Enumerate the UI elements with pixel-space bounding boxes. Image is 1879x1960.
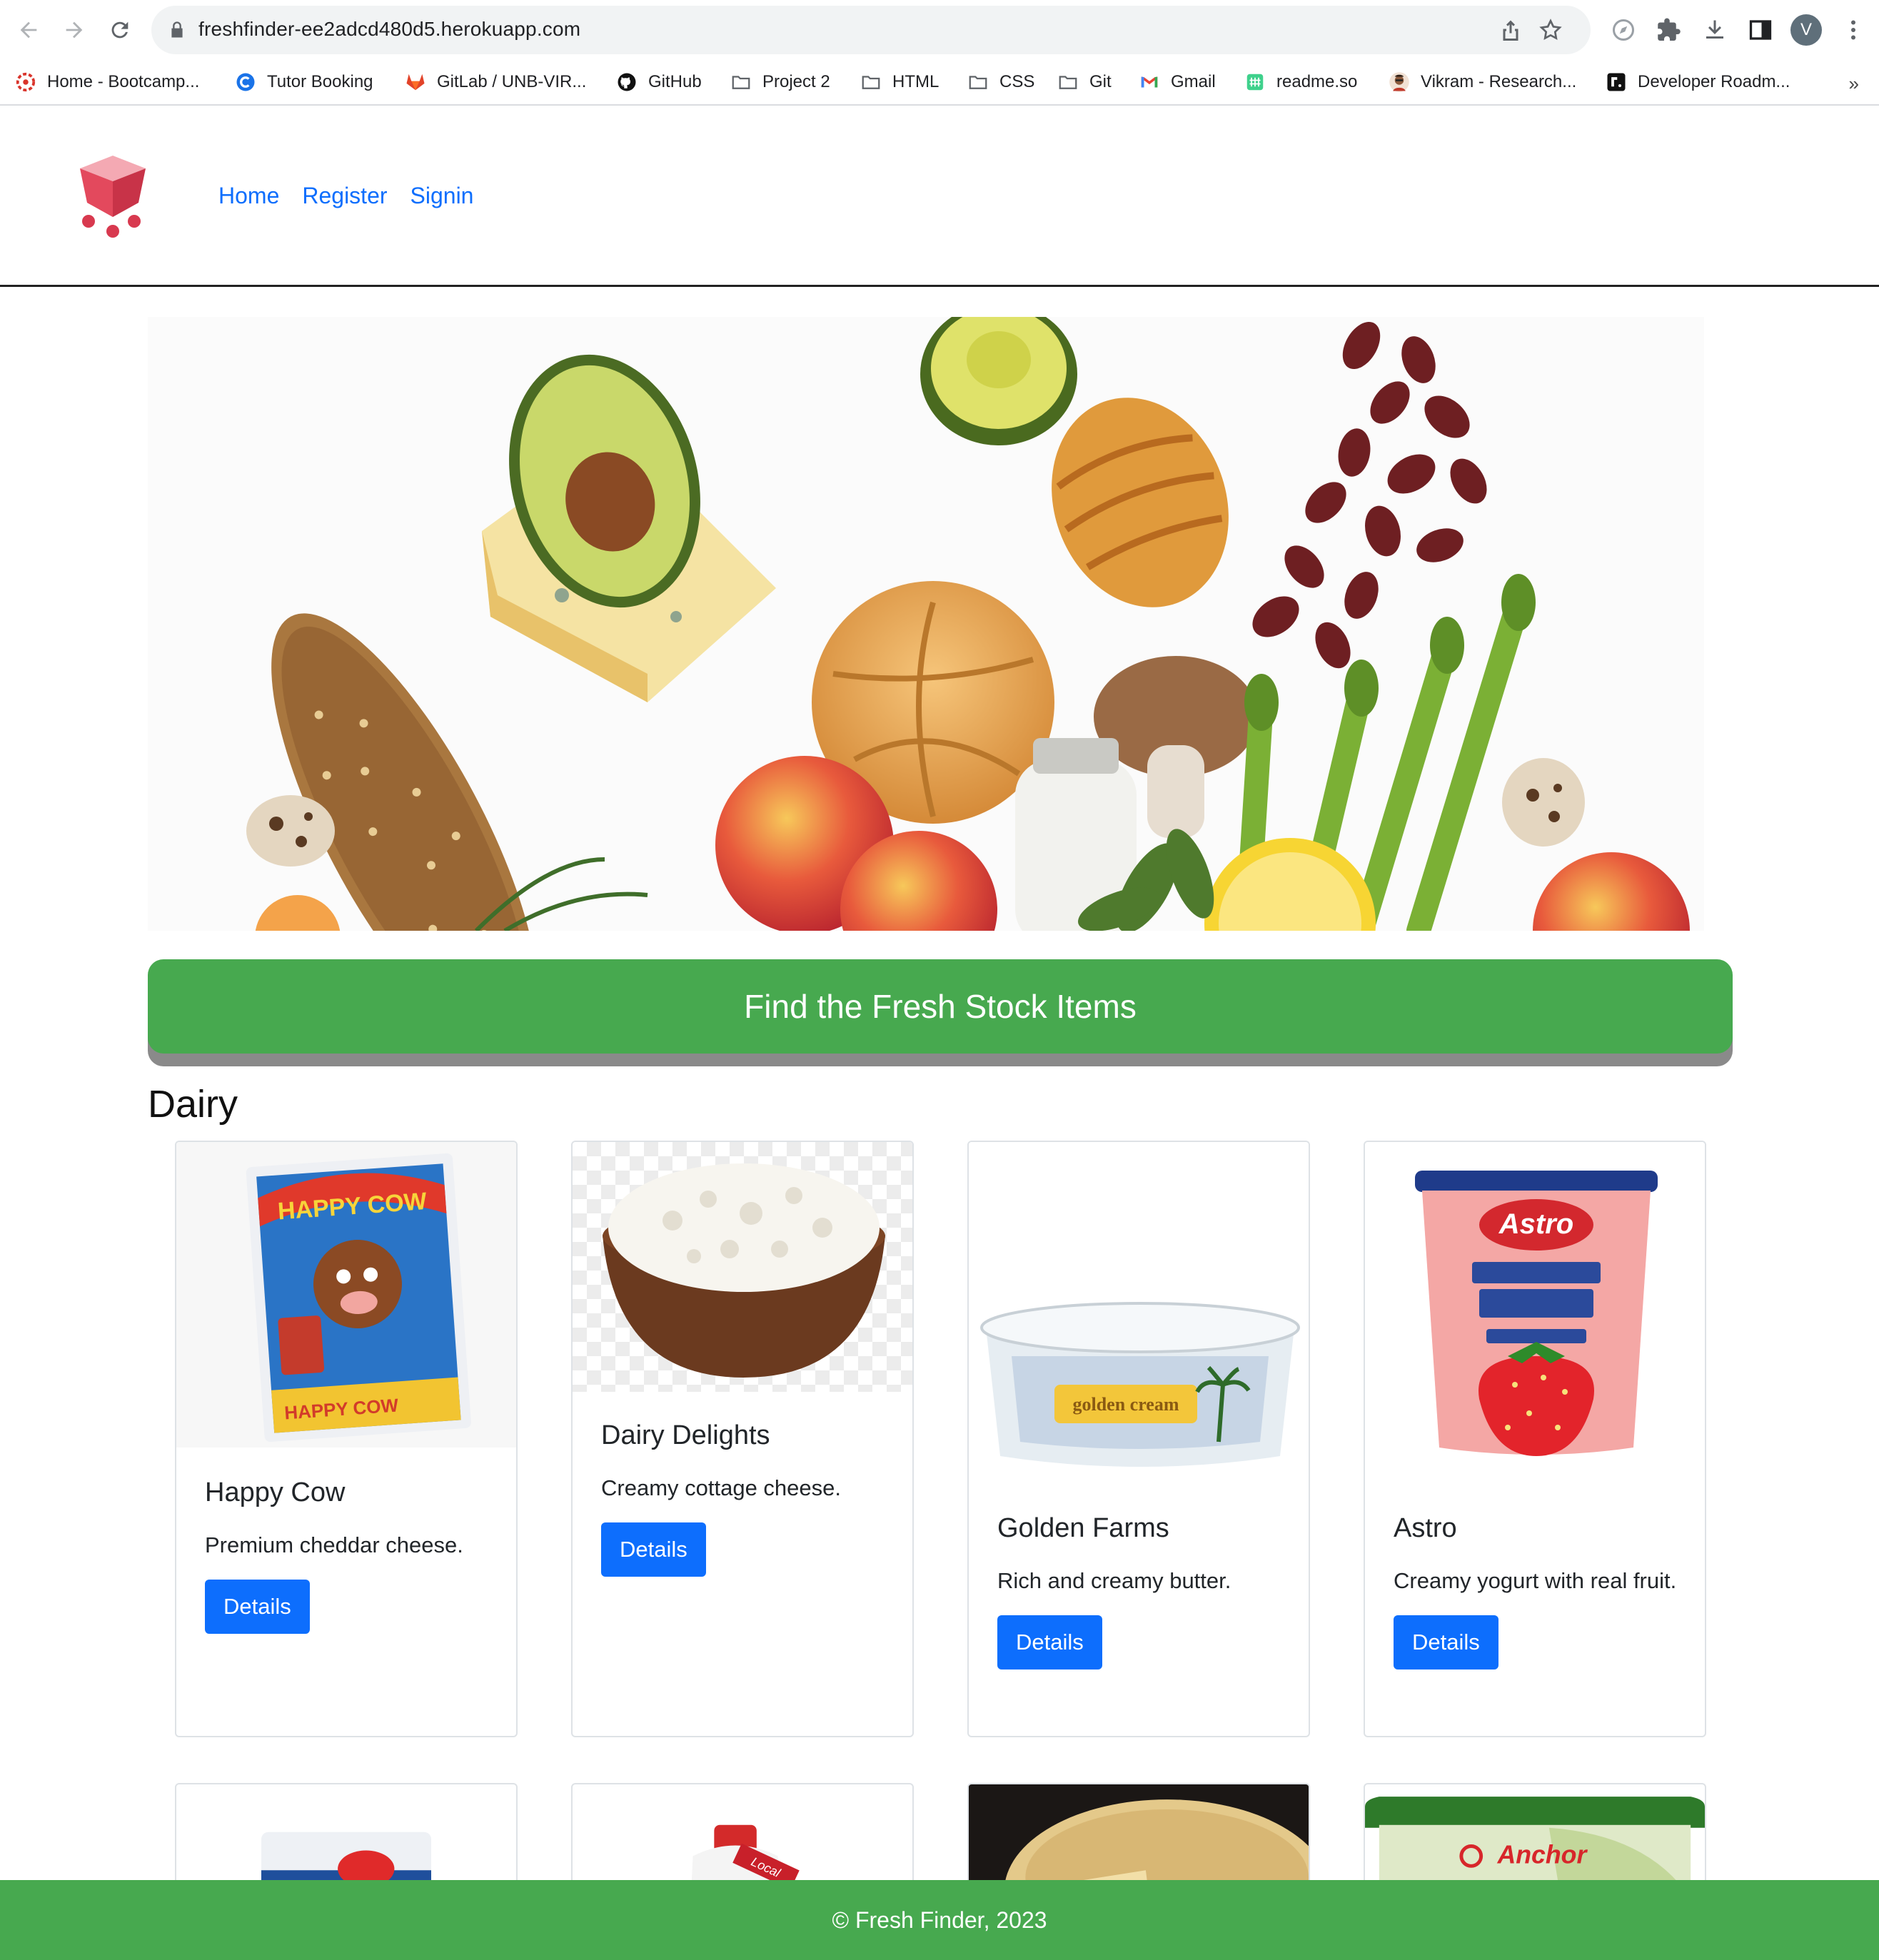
nav-link-register[interactable]: Register (302, 183, 387, 209)
product-card-dairy-delights: Dairy Delights Creamy cottage cheese. De… (571, 1141, 914, 1737)
product-title: Astro (1394, 1513, 1457, 1543)
folder-icon (860, 71, 882, 94)
reload-button[interactable] (101, 11, 138, 49)
side-panel-icon (1749, 20, 1772, 40)
product-image-golden-farms[interactable]: golden cream (969, 1142, 1309, 1485)
site-header: Home Register Signin (0, 107, 1879, 287)
reload-icon (111, 21, 129, 39)
product-image-astro[interactable]: Astro (1365, 1142, 1705, 1485)
browser-menu-button[interactable] (1839, 16, 1868, 44)
product-image-happy-cow[interactable]: HAPPY COW HAPPY COW (176, 1142, 516, 1448)
product-title: Dairy Delights (601, 1420, 770, 1450)
svg-text:Anchor: Anchor (1496, 1840, 1588, 1869)
gitlab-icon (404, 71, 427, 94)
bookmark-folder-css[interactable]: CSS (967, 67, 1034, 97)
bookmarks-overflow-chevron[interactable]: » (1849, 73, 1859, 95)
bookmark-developer-roadmap[interactable]: Developer Roadm... (1605, 67, 1790, 97)
details-button-golden-farms[interactable]: Details (997, 1615, 1102, 1669)
footer-copyright: © Fresh Finder, 2023 (832, 1906, 1047, 1933)
bookmark-gitlab[interactable]: GitLab / UNB-VIR... (404, 67, 586, 97)
svg-text:golden cream: golden cream (1073, 1394, 1179, 1415)
side-panel-button[interactable] (1746, 16, 1775, 44)
card-body: Golden Farms Rich and creamy butter. Det… (997, 1513, 1287, 1669)
folder-icon (730, 71, 752, 94)
bookmark-folder-project-2[interactable]: Project 2 (730, 67, 830, 97)
groceries-hero-image (148, 317, 1731, 931)
bookmark-vikram-research[interactable]: Vikram - Research... (1388, 67, 1576, 97)
fresh-finder-logo[interactable] (71, 151, 154, 240)
nav-link-home[interactable]: Home (218, 183, 279, 209)
product-title: Happy Cow (205, 1477, 346, 1507)
gmail-icon (1138, 71, 1161, 94)
github-icon (615, 71, 638, 94)
card-body: Happy Cow Premium cheddar cheese. Detail… (205, 1477, 495, 1634)
address-bar[interactable]: freshfinder-ee2adcd480d5.herokuapp.com (151, 6, 1591, 54)
extension-compass-button[interactable] (1609, 16, 1638, 44)
back-arrow-icon (20, 21, 37, 39)
bookmark-gmail[interactable]: Gmail (1138, 67, 1216, 97)
product-card-golden-farms: golden cream Golden Farms Rich and cream… (967, 1141, 1310, 1737)
url-text: freshfinder-ee2adcd480d5.herokuapp.com (198, 18, 581, 40)
product-image-dairy-delights[interactable] (573, 1142, 912, 1392)
puzzle-icon (1658, 18, 1681, 41)
card-body: Dairy Delights Creamy cottage cheese. De… (601, 1420, 891, 1577)
lock-icon (171, 21, 183, 38)
folder-icon (967, 71, 989, 94)
product-description: Rich and creamy butter. (997, 1568, 1231, 1593)
main-nav: Home Register Signin (218, 183, 473, 209)
bookmark-folder-html[interactable]: HTML (860, 67, 939, 97)
kebab-menu-icon (1851, 20, 1855, 40)
bootcamp-logo-icon (14, 71, 37, 94)
bookmark-home-bootcamp[interactable]: Home - Bootcamp... (14, 67, 199, 97)
bookmark-github[interactable]: GitHub (615, 67, 702, 97)
cart-box-logo-icon (80, 156, 146, 238)
profile-photo-icon (1388, 71, 1411, 94)
share-icon[interactable] (1498, 17, 1523, 43)
product-title: Golden Farms (997, 1513, 1169, 1543)
folder-icon (1057, 71, 1079, 94)
back-button[interactable] (10, 11, 47, 49)
forward-arrow-icon (66, 21, 83, 39)
extensions-button[interactable] (1655, 16, 1683, 44)
details-button-dairy-delights[interactable]: Details (601, 1522, 706, 1577)
svg-text:Astro: Astro (1498, 1208, 1573, 1240)
bookmark-tutor-booking[interactable]: Tutor Booking (234, 67, 373, 97)
product-description: Premium cheddar cheese. (205, 1532, 463, 1557)
find-fresh-stock-banner[interactable]: Find the Fresh Stock Items (148, 959, 1733, 1054)
section-title-dairy: Dairy (148, 1083, 238, 1126)
details-button-astro[interactable]: Details (1394, 1615, 1498, 1669)
readme-icon (1244, 71, 1266, 94)
product-card-happy-cow: HAPPY COW HAPPY COW Happy Cow Premium ch… (175, 1141, 518, 1737)
bookmark-star-icon[interactable] (1538, 17, 1563, 43)
tutor-logo-icon (234, 71, 257, 94)
bookmark-folder-git[interactable]: Git (1057, 67, 1112, 97)
bookmarks-bar: Home - Bootcamp... Tutor Booking GitLab … (0, 60, 1879, 106)
downloads-button[interactable] (1701, 16, 1729, 44)
product-description: Creamy cottage cheese. (601, 1475, 842, 1500)
download-icon (1706, 20, 1723, 39)
site-footer: © Fresh Finder, 2023 (0, 1880, 1879, 1960)
card-body: Astro Creamy yogurt with real fruit. Det… (1394, 1513, 1683, 1669)
browser-toolbar: freshfinder-ee2adcd480d5.herokuapp.com V (0, 0, 1879, 60)
profile-avatar[interactable]: V (1790, 14, 1822, 46)
product-description: Creamy yogurt with real fruit. (1394, 1568, 1677, 1593)
product-card-astro: Astro Astro Creamy yogurt with real frui… (1364, 1141, 1706, 1737)
details-button-happy-cow[interactable]: Details (205, 1580, 310, 1634)
nav-link-signin[interactable]: Signin (410, 183, 474, 209)
hero-carousel[interactable] (148, 317, 1731, 931)
compass-icon (1613, 19, 1634, 41)
bookmark-readme-so[interactable]: readme.so (1244, 67, 1357, 97)
roadmap-icon (1605, 71, 1628, 94)
forward-button[interactable] (56, 11, 93, 49)
